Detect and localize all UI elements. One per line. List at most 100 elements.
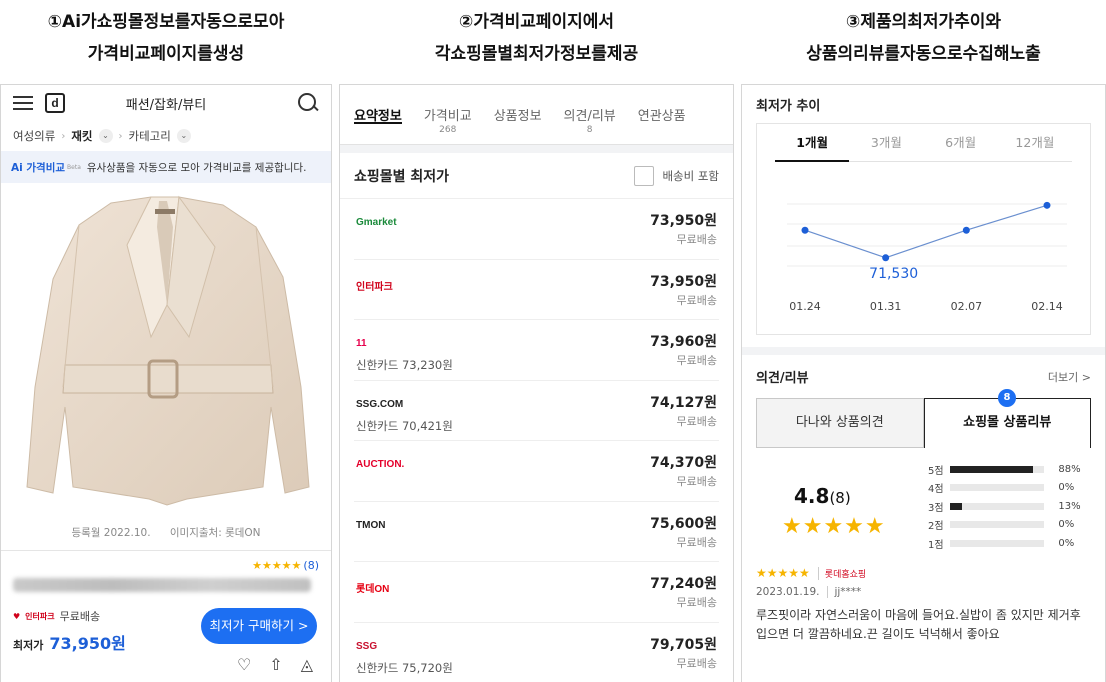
review-line1: ★★★★★ 롯데홈쇼핑 <box>756 566 1091 580</box>
menu-icon[interactable] <box>13 96 33 110</box>
breadcrumb-item[interactable]: 카테고리 <box>129 128 171 144</box>
period-tab[interactable]: 12개월 <box>998 124 1072 161</box>
tab-related[interactable]: 연관상품 <box>638 85 686 145</box>
mall-price[interactable]: 79,705원 <box>650 634 717 654</box>
trend-title: 최저가 추이 <box>756 99 821 114</box>
checkbox-icon[interactable] <box>634 165 655 186</box>
rating-label: 1점 <box>928 539 944 551</box>
lowest-point-label: 71,530 <box>869 266 918 282</box>
card-discount: 신한카드 70,421원 <box>356 418 453 433</box>
rating-bar-row: 3점 13% <box>928 497 1088 516</box>
card-discount: 신한카드 73,230원 <box>356 358 453 372</box>
breadcrumb: 여성의류 › 재킷 ⌄ › 카테고리 ⌄ <box>1 121 331 151</box>
review-shop: 롯데홈쇼핑 <box>817 566 866 580</box>
mall-row[interactable]: 인터파크 73,950원 무료배송 <box>354 260 719 320</box>
mall-logo[interactable]: 롯데ON <box>356 580 389 595</box>
chevron-down-icon[interactable]: ⌄ <box>98 129 113 143</box>
period-tab[interactable]: 3개월 <box>849 124 923 161</box>
review-card: 의견/리뷰 더보기 > 다나와 상품의견 쇼핑몰 상품리뷰 8 4.8(8) ★… <box>742 355 1105 682</box>
mall-price[interactable]: 74,370원 <box>650 452 717 472</box>
include-shipping-label: 배송비 포함 <box>662 168 719 183</box>
registered-date: 등록월 2022.10. <box>71 527 151 539</box>
period-tab[interactable]: 1개월 <box>775 124 850 162</box>
trend-point[interactable] <box>1043 201 1051 209</box>
buy-lowest-button[interactable]: 최저가 구매하기 > <box>201 608 317 644</box>
rating-percent: 0% <box>1058 519 1075 531</box>
mall-price[interactable]: 75,600원 <box>650 513 717 533</box>
caption-3-line2: 상품의리뷰를자동으로수집해노출 <box>806 44 1041 64</box>
mall-row[interactable]: Gmarket 73,950원 무료배송 <box>354 199 719 260</box>
bell-icon[interactable]: ◬ <box>301 655 313 674</box>
mall-price[interactable]: 73,950원 <box>650 271 717 291</box>
breadcrumb-item[interactable]: 여성의류 <box>13 128 55 144</box>
rating-bar <box>949 521 1045 529</box>
mall-price[interactable]: 77,240원 <box>650 573 717 593</box>
x-tick-label: 01.24 <box>789 300 821 313</box>
mall-row[interactable]: AUCTION. 74,370원무료배송 <box>354 441 719 502</box>
review-text: 루즈핏이라 자연스러움이 마음에 들어요.실밥이 좀 있지만 제거후 입으면 더… <box>756 608 1081 641</box>
mall-shipping: 무료배송 <box>676 475 717 488</box>
search-icon[interactable] <box>297 92 319 114</box>
caption-3-line1: ③제품의최저가추이와 <box>845 12 1002 32</box>
rating-bar-row: 1점 0% <box>928 534 1088 553</box>
mall-logo[interactable]: 11 <box>356 338 367 349</box>
review-meta: 2023.01.19. jj**** <box>756 586 1091 598</box>
mall-logo[interactable]: Gmarket <box>356 217 397 228</box>
rating-bar <box>949 539 1045 547</box>
review-count-badge: 8 <box>998 389 1016 407</box>
product-image[interactable] <box>1 187 332 547</box>
mall-shipping: 무료배송 <box>676 535 717 549</box>
rating-summary: 4.8(8) ★★★★★ 5점 88% 4점 0% 3점 13% 2점 0% 1점 0% <box>742 448 1105 566</box>
mall-logo[interactable]: AUCTION. <box>356 459 404 470</box>
review-tabs: 다나와 상품의견 쇼핑몰 상품리뷰 8 <box>756 389 1091 448</box>
rating-percent: 88% <box>1058 463 1081 475</box>
tab-reviews[interactable]: 의견/리뷰 8 <box>564 85 616 145</box>
mall-logo[interactable]: TMON <box>356 520 385 531</box>
chevron-down-icon[interactable]: ⌄ <box>176 129 191 143</box>
share-icon[interactable]: ⇧ <box>269 655 282 674</box>
mall-name: 인터파크 <box>25 611 55 621</box>
mall-row[interactable]: SSG 신한카드 75,720원 79,705원무료배송 <box>354 623 719 682</box>
tab-price-compare[interactable]: 가격비교 268 <box>424 85 472 145</box>
review-stars-icon: ★★★★★ <box>756 566 810 580</box>
ai-notice-text: 유사상품을 자동으로 모아 가격비교를 제공합니다. <box>86 161 307 174</box>
danawa-logo-icon[interactable]: d <box>45 93 65 113</box>
tab-summary[interactable]: 요약정보 <box>354 85 402 145</box>
mall-shipping: 무료배송 <box>676 656 717 670</box>
mall-row[interactable]: TMON 75,600원무료배송 <box>354 502 719 562</box>
rating-stars[interactable]: ★★★★★ (8) <box>13 559 319 572</box>
review-title: 의견/리뷰 <box>756 371 809 386</box>
period-tab[interactable]: 6개월 <box>924 124 998 161</box>
include-shipping-checkbox[interactable]: 배송비 포함 <box>634 165 719 186</box>
mall-row[interactable]: 롯데ON 77,240원무료배송 <box>354 562 719 623</box>
mall-logo[interactable]: 인터파크 <box>356 278 393 293</box>
mobile-header: d 패션/잡화/뷰티 <box>1 85 331 121</box>
mall-row[interactable]: SSG.COM 신한카드 70,421원 74,127원 무료배송 <box>354 381 719 441</box>
mall-row[interactable]: 11 신한카드 73,230원 73,960원 무료배송 <box>354 320 719 381</box>
mall-section-header: 쇼핑몰별 최저가 배송비 포함 <box>340 153 733 199</box>
trend-point[interactable] <box>882 254 890 262</box>
trend-point[interactable] <box>962 226 970 234</box>
rating-label: 3점 <box>928 502 944 514</box>
mall-logo[interactable]: SSG <box>356 641 377 652</box>
review-date: 2023.01.19. <box>756 586 820 598</box>
price-compare-panel: 요약정보 가격비교 268 상품정보 의견/리뷰 8 연관상품 쇼핑몰별 최저가 배… <box>339 84 734 682</box>
wishlist-heart-icon[interactable]: ♡ <box>237 655 251 674</box>
more-link[interactable]: 더보기 > <box>1048 369 1091 385</box>
chevron-right-icon: › <box>118 130 123 142</box>
breadcrumb-item[interactable]: 재킷 <box>71 128 92 144</box>
mall-price[interactable]: 73,960원 <box>650 331 717 351</box>
tab-product-info[interactable]: 상품정보 <box>494 85 542 145</box>
compare-tabs: 요약정보 가격비교 268 상품정보 의견/리뷰 8 연관상품 <box>340 85 733 145</box>
lowest-price: 73,950원 <box>49 634 126 653</box>
trend-box: 1개월 3개월 6개월 12개월 01.24 01.31 02.07 02.14 71,… <box>756 123 1091 335</box>
x-tick-label: 02.07 <box>951 300 983 313</box>
shipping-text: 무료배송 <box>59 610 101 623</box>
mall-price[interactable]: 74,127원 <box>650 392 717 412</box>
trend-point[interactable] <box>801 226 809 234</box>
tab-danawa-opinion[interactable]: 다나와 상품의견 <box>756 398 924 448</box>
mall-logo[interactable]: SSG.COM <box>356 399 403 410</box>
card-discount: 신한카드 75,720원 <box>356 660 453 675</box>
mall-price[interactable]: 73,950원 <box>650 210 717 230</box>
mall-shipping: 무료배송 <box>676 596 717 609</box>
